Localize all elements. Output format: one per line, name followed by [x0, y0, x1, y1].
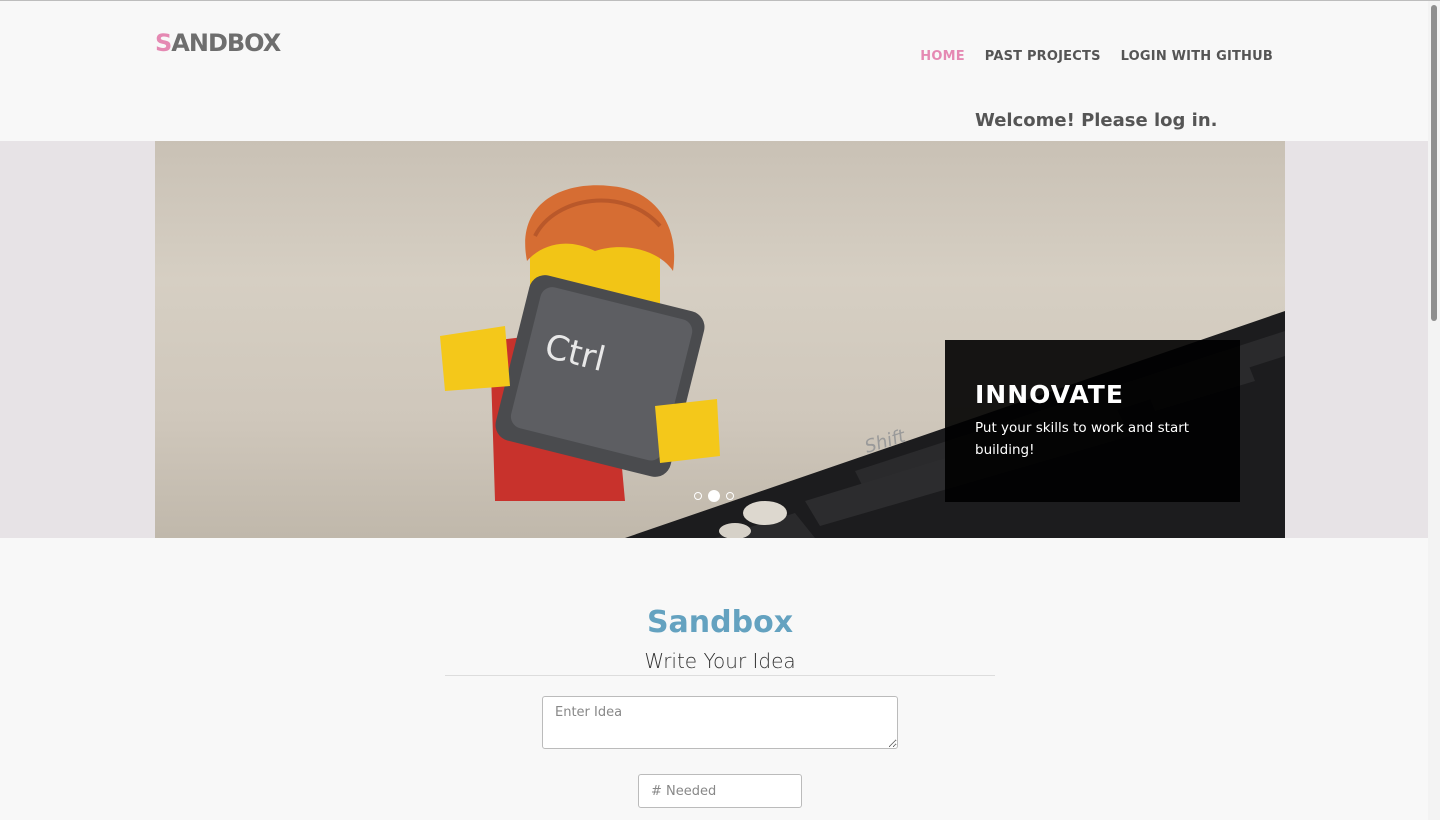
logo-initial: S — [155, 29, 172, 57]
hero-carousel[interactable]: Shift Ctrl INNOVATE Put your skills to w… — [155, 141, 1285, 538]
section-title: Sandbox — [646, 605, 794, 640]
nav-login-github-link[interactable]: LOGIN WITH GITHUB — [1121, 49, 1273, 64]
page-scrollbar[interactable] — [1428, 1, 1440, 820]
main-nav: HOME PAST PROJECTS LOGIN WITH GITHUB — [920, 49, 1273, 64]
carousel-indicator-3[interactable] — [726, 492, 734, 500]
scrollbar-thumb[interactable] — [1431, 5, 1437, 321]
section-subtitle: Write Your Idea — [644, 649, 796, 673]
carousel-caption: INNOVATE Put your skills to work and sta… — [945, 340, 1240, 502]
caption-text: Put your skills to work and start buildi… — [975, 420, 1190, 458]
nav-home-link[interactable]: HOME — [920, 49, 965, 64]
carousel-indicators — [694, 490, 734, 502]
needed-input[interactable] — [638, 774, 802, 808]
carousel-indicator-2[interactable] — [708, 490, 720, 502]
welcome-message: Welcome! Please log in. — [975, 110, 1218, 131]
nav-past-projects-link[interactable]: PAST PROJECTS — [985, 49, 1101, 64]
logo-text: ANDBOX — [171, 29, 281, 57]
site-logo[interactable]: SANDBOX — [155, 29, 281, 57]
carousel-indicator-1[interactable] — [694, 492, 702, 500]
idea-textarea[interactable] — [542, 696, 898, 749]
divider — [445, 675, 995, 676]
caption-title: INNOVATE — [975, 380, 1124, 409]
site-header: SANDBOX HOME PAST PROJECTS LOGIN WITH GI… — [0, 1, 1428, 141]
